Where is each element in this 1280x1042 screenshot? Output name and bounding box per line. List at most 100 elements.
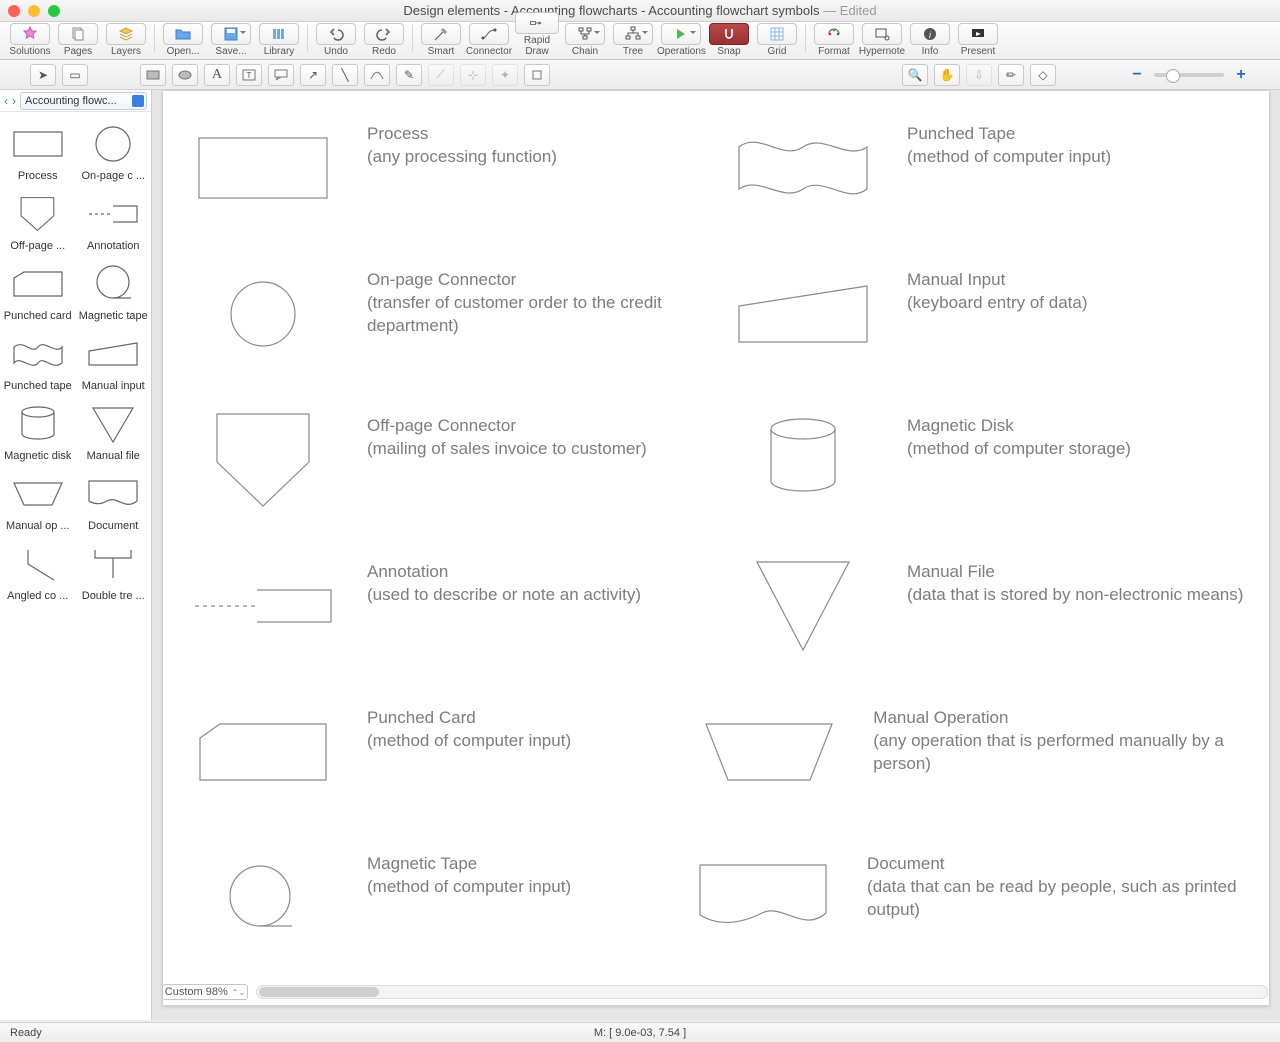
shape-manualinput[interactable] — [723, 269, 883, 359]
lib-document[interactable]: Document — [77, 472, 149, 532]
status-bar: Ready M: [ 9.0e-03, 7.54 ] — [0, 1022, 1280, 1042]
select-tool[interactable]: ▭ — [62, 64, 88, 86]
lib-punchedtape[interactable]: Punched tape — [2, 332, 74, 392]
arrow-tool[interactable]: ↗ — [300, 64, 326, 86]
main-toolbar: Solutions Pages Layers Open... Save... L… — [0, 22, 1280, 60]
present-button[interactable]: Present — [954, 23, 1002, 57]
crop-tool[interactable] — [524, 64, 550, 86]
magic-tool[interactable]: ✦ — [492, 64, 518, 86]
rapiddraw-button[interactable]: Rapid Draw — [513, 12, 561, 57]
node-tool[interactable]: ⟋ — [428, 64, 454, 86]
snap-button[interactable]: Snap — [705, 23, 753, 57]
title-edited: — Edited — [820, 3, 877, 18]
textbox-tool[interactable]: T — [236, 64, 262, 86]
lib-offpage[interactable]: Off-page ... — [2, 192, 74, 252]
shape-magdisk[interactable] — [723, 415, 883, 505]
title-text: Design elements - Accounting flowcharts … — [403, 3, 819, 18]
smart-button[interactable]: Smart — [417, 23, 465, 57]
label-manualfile: Manual File(data that is stored by non-e… — [907, 561, 1243, 607]
canvas-area[interactable]: Process(any processing function) Punched… — [152, 90, 1280, 1020]
ellipse-tool[interactable] — [172, 64, 198, 86]
label-magdisk: Magnetic Disk(method of computer storage… — [907, 415, 1131, 461]
close-icon[interactable] — [8, 5, 20, 17]
info-button[interactable]: iInfo — [906, 23, 954, 57]
label-process: Process(any processing function) — [367, 123, 557, 169]
nav-fwd-icon[interactable]: › — [12, 94, 16, 108]
operations-button[interactable]: Operations — [657, 23, 705, 57]
shape-manualfile[interactable] — [723, 561, 883, 651]
callout-tool[interactable] — [268, 64, 294, 86]
lib-manualfile[interactable]: Manual file — [77, 402, 149, 462]
window-titlebar: Design elements - Accounting flowcharts … — [0, 0, 1280, 22]
pointer-tool[interactable]: ➤ — [30, 64, 56, 86]
canvas-footer: Custom 98%⌃⌄ — [162, 984, 1280, 1000]
hand-tool[interactable]: ✋ — [934, 64, 960, 86]
nav-back-icon[interactable]: ‹ — [4, 94, 8, 108]
svg-text:T: T — [247, 71, 252, 80]
lib-onpage[interactable]: On-page c ... — [77, 122, 149, 182]
label-offpage: Off-page Connector(mailing of sales invo… — [367, 415, 647, 461]
lib-angled[interactable]: Angled co ... — [2, 542, 74, 602]
tree-button[interactable]: Tree — [609, 23, 657, 57]
maximize-icon[interactable] — [48, 5, 60, 17]
redo-button[interactable]: Redo — [360, 23, 408, 57]
canvas-page[interactable]: Process(any processing function) Punched… — [162, 90, 1270, 1006]
shape-punchedcard[interactable] — [183, 707, 343, 797]
library-panel: ‹ › Accounting flowc... Process On-page … — [0, 90, 152, 1020]
h-scrollbar[interactable] — [256, 985, 1268, 999]
shape-magtape[interactable] — [183, 853, 343, 943]
undo-button[interactable]: Undo — [312, 23, 360, 57]
hypernote-button[interactable]: Hypernote — [858, 23, 906, 57]
rect-tool[interactable] — [140, 64, 166, 86]
label-punchedtape: Punched Tape(method of computer input) — [907, 123, 1111, 169]
label-document: Document(data that can be read by people… — [867, 853, 1249, 922]
pen-tool[interactable]: ✎ — [396, 64, 422, 86]
pages-button[interactable]: Pages — [54, 23, 102, 57]
lib-punchedcard[interactable]: Punched card — [2, 262, 74, 322]
label-annotation: Annotation(used to describe or note an a… — [367, 561, 641, 607]
lib-manualinput[interactable]: Manual input — [77, 332, 149, 392]
erase-tool[interactable]: ◇ — [1030, 64, 1056, 86]
shape-annotation[interactable] — [183, 561, 343, 651]
lib-doubletree[interactable]: Double tre ... — [77, 542, 149, 602]
zoom-combo[interactable]: Custom 98%⌃⌄ — [162, 984, 248, 1000]
shape-onpage[interactable] — [183, 269, 343, 359]
minimize-icon[interactable] — [28, 5, 40, 17]
label-manualinput: Manual Input(keyboard entry of data) — [907, 269, 1087, 315]
lib-magtape[interactable]: Magnetic tape — [77, 262, 149, 322]
zoom-slider[interactable] — [1154, 73, 1224, 77]
shape-process[interactable] — [183, 123, 343, 213]
eyedrop-tool[interactable]: ⇩ — [966, 64, 992, 86]
open-button[interactable]: Open... — [159, 23, 207, 57]
connector-button[interactable]: Connector — [465, 23, 513, 57]
window-title: Design elements - Accounting flowcharts … — [403, 3, 876, 18]
shape-document[interactable] — [683, 853, 843, 943]
chain-button[interactable]: Chain — [561, 23, 609, 57]
save-button[interactable]: Save... — [207, 23, 255, 57]
text-tool[interactable]: A — [204, 64, 230, 86]
shape-manualop[interactable] — [689, 707, 849, 797]
shape-punchedtape[interactable] — [723, 123, 883, 213]
status-coord: M: [ 9.0e-03, 7.54 ] — [594, 1027, 686, 1039]
library-selector[interactable]: Accounting flowc... — [20, 92, 147, 110]
lib-manualop[interactable]: Manual op ... — [2, 472, 74, 532]
lib-magdisk[interactable]: Magnetic disk — [2, 402, 74, 462]
label-manualop: Manual Operation(any operation that is p… — [873, 707, 1249, 776]
lib-process[interactable]: Process — [2, 122, 74, 182]
grid-button[interactable]: Grid — [753, 23, 801, 57]
zoom-tool[interactable]: 🔍 — [902, 64, 928, 86]
shape-toolbar: ➤ ▭ A T ↗ ╲ ✎ ⟋ ⊹ ✦ 🔍 ✋ ⇩ ✏ ◇ − + — [0, 60, 1280, 90]
solutions-button[interactable]: Solutions — [6, 23, 54, 57]
format-button[interactable]: Format — [810, 23, 858, 57]
zoom-in-icon[interactable]: + — [1232, 66, 1250, 84]
layers-button[interactable]: Layers — [102, 23, 150, 57]
lib-annotation[interactable]: Annotation — [77, 192, 149, 252]
curve-tool[interactable] — [364, 64, 390, 86]
library-button[interactable]: Library — [255, 23, 303, 57]
highlight-tool[interactable]: ✏ — [998, 64, 1024, 86]
anchor-tool[interactable]: ⊹ — [460, 64, 486, 86]
window-controls — [8, 5, 60, 17]
zoom-out-icon[interactable]: − — [1128, 66, 1146, 84]
shape-offpage[interactable] — [183, 415, 343, 505]
line-tool[interactable]: ╲ — [332, 64, 358, 86]
